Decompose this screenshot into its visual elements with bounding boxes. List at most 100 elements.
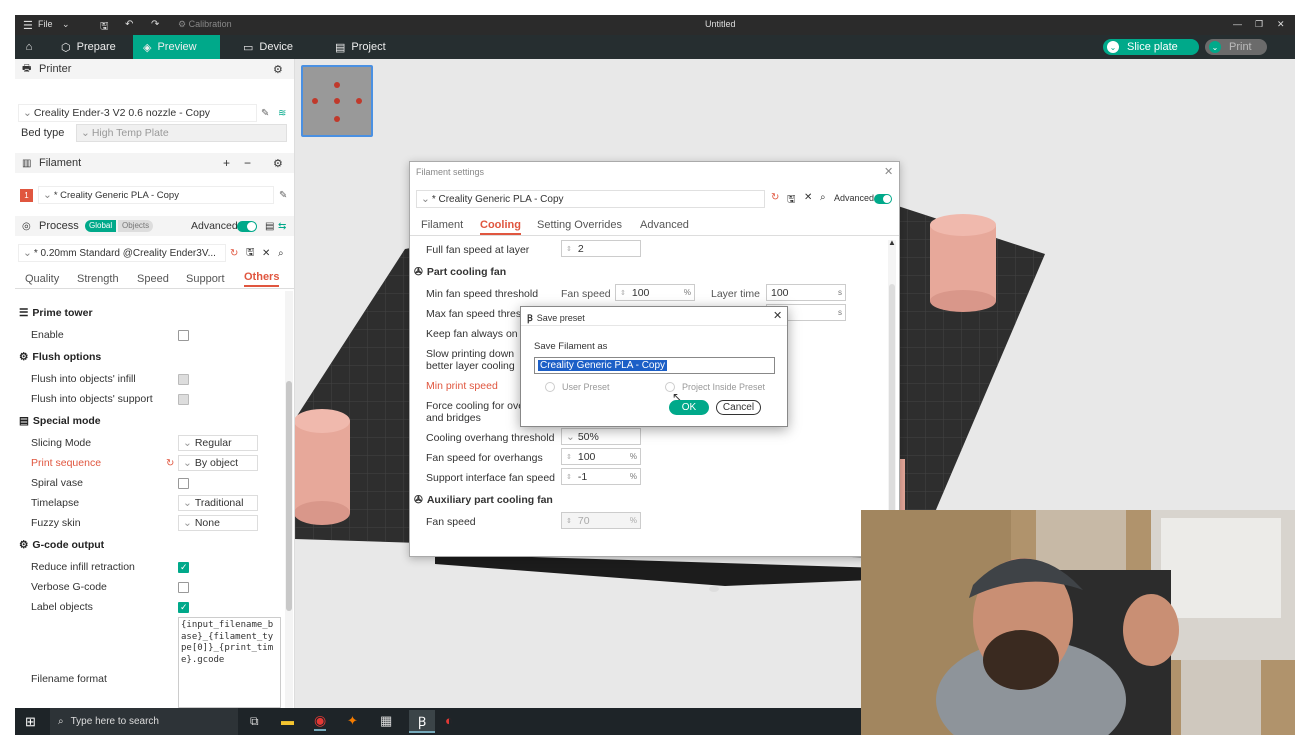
tab-preview[interactable]: ◈ Preview [133, 35, 220, 59]
calibration-label: Calibration [188, 19, 232, 29]
label-objects-checkbox[interactable] [178, 601, 189, 613]
file-menu[interactable]: File [38, 19, 53, 29]
enable-checkbox[interactable] [178, 329, 189, 341]
timelapse-select[interactable]: ⌄ Traditional [178, 495, 258, 511]
tab-project[interactable]: ▤ Project [325, 35, 396, 59]
tab-support[interactable]: Support [186, 273, 225, 285]
restore-icon[interactable]: ❐ [1255, 19, 1263, 30]
edit-icon[interactable]: ✎ [261, 108, 269, 119]
tab-device[interactable]: ▭ Device [233, 35, 303, 59]
calculator-icon[interactable]: ▦ [380, 713, 392, 729]
windows-start-icon[interactable]: ⊞ [25, 714, 36, 730]
add-icon[interactable]: + [223, 156, 230, 170]
printer-select[interactable]: ⌄ Creality Ender-3 V2 0.6 nozzle - Copy [18, 104, 257, 122]
reduce-infill-row: Reduce infill retraction [15, 557, 294, 577]
global-toggle[interactable]: Global [85, 220, 117, 232]
verbose-gcode-checkbox[interactable] [178, 581, 189, 593]
close-icon[interactable]: ✕ [804, 192, 812, 203]
max-fan-threshold-label: Max fan speed thresh [426, 308, 527, 320]
filename-format-input[interactable]: {input_filename_base}_{filament_type[0]}… [178, 617, 281, 708]
full-fan-value: 2 [577, 242, 584, 255]
aux-fan-input[interactable]: ⇕ 70% [561, 512, 641, 529]
layer-time-input[interactable]: 100 s [766, 284, 846, 301]
wifi-icon[interactable]: ≋ [278, 108, 286, 119]
tab-quality[interactable]: Quality [25, 273, 59, 285]
save-icon[interactable]: 🖫 [246, 245, 255, 262]
objects-toggle[interactable]: Objects [118, 220, 154, 232]
cooling-overhang-select[interactable]: ⌄ 50% [561, 428, 641, 445]
close-icon[interactable]: ✕ [262, 248, 270, 259]
calibration-menu[interactable]: ⚙ Calibration [178, 19, 232, 30]
min-fan-input[interactable]: ⇕ 100% [615, 284, 695, 301]
cancel-button[interactable]: Cancel [716, 400, 761, 415]
redo-icon[interactable]: ↷ [151, 19, 159, 30]
tab-prepare[interactable]: ⬡ Prepare [51, 35, 126, 59]
list-icon[interactable]: ▤ [265, 221, 274, 232]
close-icon[interactable]: ✕ [884, 165, 893, 178]
filament-select[interactable]: ⌄ * Creality Generic PLA - Copy [38, 186, 274, 204]
reduce-infill-checkbox[interactable] [178, 561, 189, 573]
slice-plate-button[interactable]: ⌄ Slice plate [1103, 39, 1199, 55]
full-fan-input[interactable]: ⇕ 2 [561, 240, 641, 257]
tab-others[interactable]: Others [244, 271, 280, 287]
preset-name-input[interactable]: Creality Generic PLA - Copy [534, 357, 775, 374]
home-icon[interactable]: ⌂ [15, 35, 43, 59]
gear-icon[interactable]: ⚙ [273, 157, 283, 170]
print-button[interactable]: ⌄ Print [1205, 39, 1267, 55]
print-sequence-value: By object [194, 457, 239, 469]
search-icon[interactable]: ⌕ [820, 192, 826, 203]
tab-speed[interactable]: Speed [137, 273, 169, 285]
fan-overhang-input[interactable]: ⇕ 100% [561, 448, 641, 465]
tab-advanced[interactable]: Advanced [640, 219, 689, 231]
file-explorer-icon[interactable]: ▬ [281, 713, 294, 728]
reset-icon[interactable]: ↻ [771, 192, 779, 203]
bed-type-value: High Temp Plate [91, 127, 169, 139]
save-icon[interactable]: 🖫 [100, 19, 109, 36]
tab-strength[interactable]: Strength [77, 273, 119, 285]
object-cylinder-1[interactable] [930, 214, 996, 312]
edit-icon[interactable]: ✎ [279, 190, 287, 201]
chevron-down-icon[interactable]: ⌄ [62, 19, 70, 30]
flush-support-checkbox[interactable] [178, 393, 189, 405]
app-icon[interactable]: ✦ [347, 713, 358, 729]
print-sequence-select[interactable]: ⌄ By object [178, 455, 258, 471]
reset-icon[interactable]: ↻ [166, 458, 174, 469]
user-preset-radio[interactable] [545, 382, 555, 392]
process-select[interactable]: ⌄ * 0.20mm Standard @Creality Ender3V... [18, 244, 226, 262]
tab-setting-overrides[interactable]: Setting Overrides [537, 219, 622, 231]
chrome-icon[interactable]: ◉ [314, 712, 327, 731]
support-interface-input[interactable]: ⇕ -1% [561, 468, 641, 485]
search-icon[interactable]: ⌕ [278, 248, 284, 259]
remove-icon[interactable]: − [244, 156, 251, 170]
save-icon[interactable]: 🖫 [787, 192, 796, 209]
windows-taskbar: ⊞ ⌕ Type here to search ⧉ ▬ ◉ ✦ ▦ Ꞵ ◐ [15, 708, 861, 735]
reset-icon[interactable]: ↻ [230, 248, 238, 259]
fuzzy-skin-select[interactable]: ⌄ None [178, 515, 258, 531]
undo-icon[interactable]: ↶ [125, 19, 133, 30]
advanced-switch[interactable] [874, 194, 892, 204]
tab-cooling[interactable]: Cooling [480, 219, 521, 235]
gear-icon[interactable]: ⚙ [273, 63, 283, 76]
ok-button[interactable]: OK [669, 400, 709, 415]
close-icon[interactable]: ✕ [773, 309, 782, 322]
plate-thumbnail[interactable] [301, 65, 373, 137]
object-cylinder-2[interactable] [295, 409, 350, 525]
tab-filament[interactable]: Filament [421, 219, 463, 231]
slicing-mode-select[interactable]: ⌄ Regular [178, 435, 258, 451]
bambu-studio-icon[interactable]: Ꞵ [409, 710, 435, 733]
dialog-scrollbar[interactable]: ▲ [888, 238, 896, 554]
flush-infill-row: Flush into objects' infill [15, 369, 294, 389]
spiral-vase-checkbox[interactable] [178, 477, 189, 489]
advanced-switch[interactable] [237, 221, 257, 232]
bed-type-select[interactable]: ⌄ High Temp Plate [76, 124, 287, 142]
hamburger-icon[interactable]: ☰ [23, 19, 33, 32]
task-view-icon[interactable]: ⧉ [250, 714, 259, 729]
minimize-icon[interactable]: — [1233, 19, 1242, 29]
flush-infill-checkbox[interactable] [178, 373, 189, 385]
scroll-up-icon[interactable]: ▲ [888, 238, 896, 247]
taskbar-search-box[interactable]: ⌕ Type here to search [50, 708, 238, 735]
compare-icon[interactable]: ⇆ [278, 221, 286, 232]
close-icon[interactable]: ✕ [1277, 19, 1285, 30]
preset-select[interactable]: ⌄ * Creality Generic PLA - Copy [416, 190, 765, 208]
recorder-icon[interactable]: ◐ [445, 713, 453, 728]
